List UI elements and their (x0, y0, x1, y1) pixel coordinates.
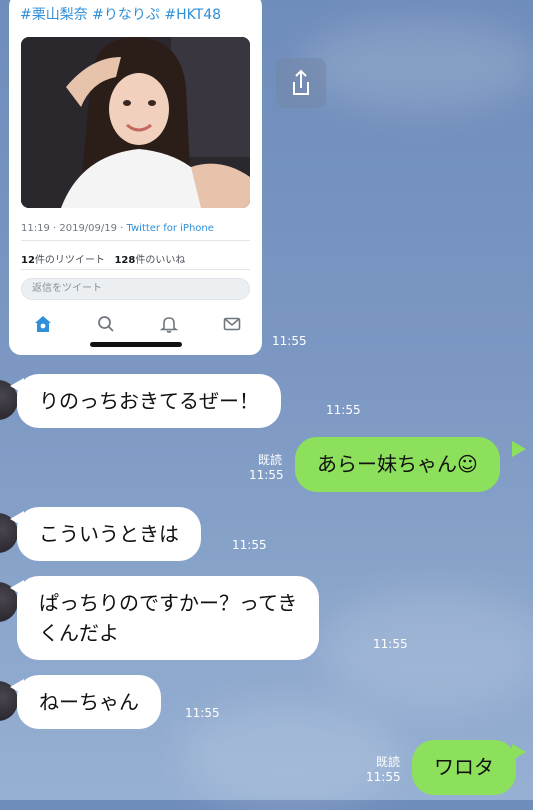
message-line: くんだよ (39, 621, 119, 645)
message-bubble[interactable]: りのっちおきてるぜー！ (17, 374, 281, 428)
bubble-tail (512, 441, 526, 457)
messages-icon[interactable] (222, 314, 242, 334)
notifications-icon[interactable] (159, 314, 179, 334)
shared-tweet-image[interactable]: #栗山梨奈 #りなりぷ #HKT48 11:19 · 2019/09/19 · … (9, 0, 262, 355)
tweet-photo (21, 37, 250, 208)
like-label[interactable]: 件のいいね (135, 255, 185, 266)
home-indicator (90, 342, 182, 347)
tweet-meta: 11:19 · 2019/09/19 · Twitter for iPhone (21, 223, 214, 234)
share-button[interactable] (276, 58, 326, 108)
share-icon (293, 69, 309, 95)
tweet-stats: 12件のリツイート 128件のいいね (21, 251, 185, 266)
message-bubble[interactable]: ワロタ (412, 740, 516, 795)
reply-input[interactable]: 返信をツイート (21, 278, 250, 300)
message-bubble[interactable]: ねーちゃん (17, 675, 161, 729)
background-cloud (300, 20, 533, 110)
divider (21, 269, 250, 270)
message-time: 11:55 (232, 538, 267, 552)
message-line: ぱっちりのですかー？ってき (39, 591, 298, 615)
message-bubble[interactable]: こういうときは (17, 507, 201, 561)
background-cloud (320, 590, 533, 710)
read-receipt: 既読 (376, 755, 401, 769)
message-time: 11:55 (366, 770, 401, 784)
message-time: 11:55 (272, 334, 307, 348)
home-icon[interactable] (33, 314, 53, 334)
read-receipt: 既読 (258, 453, 283, 467)
message-bubble[interactable]: あらー妹ちゃん☺ (295, 437, 500, 492)
divider (21, 240, 250, 241)
retweet-label[interactable]: 件のリツイート (35, 255, 105, 266)
retweet-count[interactable]: 12 (21, 255, 35, 266)
message-time: 11:55 (249, 468, 284, 482)
search-icon[interactable] (96, 314, 116, 334)
message-time: 11:55 (326, 403, 361, 417)
bubble-tail (512, 744, 526, 760)
tweet-timestamp: 11:19 · 2019/09/19 · (21, 223, 127, 234)
tweet-hashtags: #栗山梨奈 #りなりぷ #HKT48 (20, 7, 222, 23)
tweet-source-link[interactable]: Twitter for iPhone (127, 223, 214, 234)
message-time: 11:55 (185, 706, 220, 720)
message-bubble[interactable]: ぱっちりのですかー？ってき くんだよ (17, 576, 320, 660)
message-time: 11:55 (373, 637, 408, 651)
like-count[interactable]: 128 (114, 255, 135, 266)
